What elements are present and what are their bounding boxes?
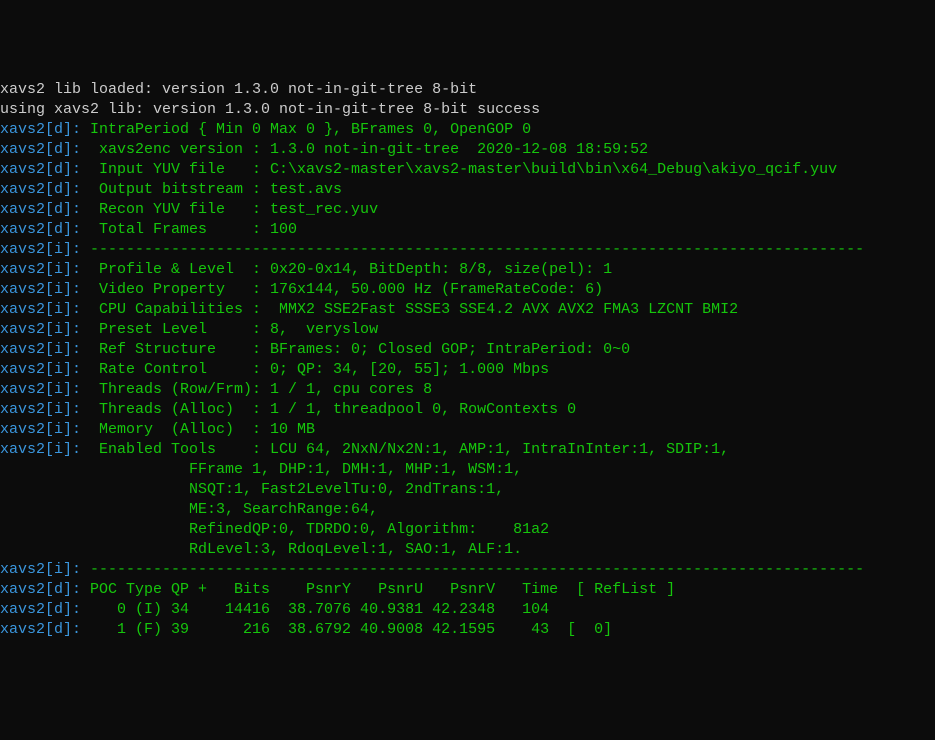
terminal-line: xavs2[i]: CPU Capabilities : MMX2 SSE2Fa… [0, 300, 935, 320]
terminal-text-segment: 0 (I) 34 14416 38.7076 40.9381 42.2348 1… [81, 601, 549, 618]
terminal-text-segment: NSQT:1, Fast2LevelTu:0, 2ndTrans:1, [0, 481, 504, 498]
terminal-text-segment: xavs2[i]: [0, 261, 81, 278]
terminal-text-segment: xavs2[i]: [0, 561, 81, 578]
terminal-line: ME:3, SearchRange:64, [0, 500, 935, 520]
terminal-text-segment: ----------------------------------------… [81, 241, 864, 258]
terminal-text-segment: xavs2[i]: [0, 401, 81, 418]
terminal-line: xavs2[d]: 1 (F) 39 216 38.6792 40.9008 4… [0, 620, 935, 640]
terminal-text-segment: Preset Level : 8, veryslow [81, 321, 378, 338]
terminal-text-segment: xavs2[d]: [0, 601, 81, 618]
terminal-text-segment: xavs2[i]: [0, 421, 81, 438]
terminal-window[interactable]: xavs2 lib loaded: version 1.3.0 not-in-g… [0, 80, 935, 640]
terminal-text-segment: Total Frames : 100 [81, 221, 297, 238]
terminal-line: xavs2[i]: Video Property : 176x144, 50.0… [0, 280, 935, 300]
terminal-line: xavs2[i]: Enabled Tools : LCU 64, 2NxN/N… [0, 440, 935, 460]
terminal-text-segment: xavs2[d]: [0, 161, 81, 178]
terminal-text-segment: POC Type QP + Bits PsnrY PsnrU PsnrV Tim… [81, 581, 675, 598]
terminal-text-segment: RdLevel:3, RdoqLevel:1, SAO:1, ALF:1. [0, 541, 522, 558]
terminal-line: xavs2[i]: Threads (Row/Frm): 1 / 1, cpu … [0, 380, 935, 400]
terminal-text-segment: xavs2[d]: [0, 621, 81, 638]
terminal-text-segment: xavs2[i]: [0, 361, 81, 378]
terminal-line: xavs2[d]: Total Frames : 100 [0, 220, 935, 240]
terminal-line: xavs2[i]: Profile & Level : 0x20-0x14, B… [0, 260, 935, 280]
terminal-text-segment: Input YUV file : C:\xavs2-master\xavs2-m… [81, 161, 837, 178]
terminal-text-segment: xavs2[i]: [0, 341, 81, 358]
terminal-line: RefinedQP:0, TDRDO:0, Algorithm: 81a2 [0, 520, 935, 540]
terminal-line: xavs2[i]: ------------------------------… [0, 560, 935, 580]
terminal-text-segment: Recon YUV file : test_rec.yuv [81, 201, 378, 218]
terminal-text-segment: xavs2[d]: [0, 201, 81, 218]
terminal-text-segment: using xavs2 lib: version 1.3.0 not-in-gi… [0, 101, 540, 118]
terminal-text-segment: xavs2[i]: [0, 441, 81, 458]
terminal-text-segment: xavs2[d]: [0, 121, 81, 138]
terminal-line: NSQT:1, Fast2LevelTu:0, 2ndTrans:1, [0, 480, 935, 500]
terminal-text-segment: Rate Control : 0; QP: 34, [20, 55]; 1.00… [81, 361, 549, 378]
terminal-line: xavs2[i]: Rate Control : 0; QP: 34, [20,… [0, 360, 935, 380]
terminal-text-segment: xavs2[i]: [0, 301, 81, 318]
terminal-line: RdLevel:3, RdoqLevel:1, SAO:1, ALF:1. [0, 540, 935, 560]
terminal-text-segment: Profile & Level : 0x20-0x14, BitDepth: 8… [81, 261, 612, 278]
terminal-text-segment: xavs2[i]: [0, 381, 81, 398]
terminal-line: xavs2[i]: Threads (Alloc) : 1 / 1, threa… [0, 400, 935, 420]
terminal-text-segment: xavs2[d]: [0, 581, 81, 598]
terminal-text-segment: IntraPeriod { Min 0 Max 0 }, BFrames 0, … [81, 121, 531, 138]
terminal-text-segment: Output bitstream : test.avs [81, 181, 342, 198]
terminal-line: using xavs2 lib: version 1.3.0 not-in-gi… [0, 100, 935, 120]
terminal-line: xavs2[d]: xavs2enc version : 1.3.0 not-i… [0, 140, 935, 160]
terminal-text-segment: Threads (Alloc) : 1 / 1, threadpool 0, R… [81, 401, 576, 418]
terminal-text-segment: Enabled Tools : LCU 64, 2NxN/Nx2N:1, AMP… [81, 441, 729, 458]
terminal-text-segment: xavs2[d]: [0, 221, 81, 238]
terminal-text-segment: ME:3, SearchRange:64, [0, 501, 378, 518]
terminal-text-segment: xavs2[d]: [0, 181, 81, 198]
terminal-line: xavs2[d]: Recon YUV file : test_rec.yuv [0, 200, 935, 220]
terminal-text-segment: xavs2[i]: [0, 241, 81, 258]
terminal-line: xavs2[d]: IntraPeriod { Min 0 Max 0 }, B… [0, 120, 935, 140]
terminal-text-segment: 1 (F) 39 216 38.6792 40.9008 42.1595 43 … [81, 621, 612, 638]
terminal-line: xavs2[i]: Memory (Alloc) : 10 MB [0, 420, 935, 440]
terminal-line: xavs2[d]: Input YUV file : C:\xavs2-mast… [0, 160, 935, 180]
terminal-text-segment: FFrame 1, DHP:1, DMH:1, MHP:1, WSM:1, [0, 461, 522, 478]
terminal-line: xavs2[d]: Output bitstream : test.avs [0, 180, 935, 200]
terminal-text-segment: Memory (Alloc) : 10 MB [81, 421, 315, 438]
terminal-text-segment: xavs2[d]: [0, 141, 81, 158]
terminal-line: xavs2[d]: 0 (I) 34 14416 38.7076 40.9381… [0, 600, 935, 620]
terminal-text-segment: Video Property : 176x144, 50.000 Hz (Fra… [81, 281, 603, 298]
terminal-text-segment: xavs2enc version : 1.3.0 not-in-git-tree… [81, 141, 648, 158]
terminal-text-segment: Ref Structure : BFrames: 0; Closed GOP; … [81, 341, 630, 358]
terminal-text-segment: xavs2[i]: [0, 281, 81, 298]
terminal-text-segment: xavs2 lib loaded: version 1.3.0 not-in-g… [0, 81, 477, 98]
terminal-line: xavs2[i]: ------------------------------… [0, 240, 935, 260]
terminal-line: FFrame 1, DHP:1, DMH:1, MHP:1, WSM:1, [0, 460, 935, 480]
terminal-line: xavs2[i]: Ref Structure : BFrames: 0; Cl… [0, 340, 935, 360]
terminal-text-segment: ----------------------------------------… [81, 561, 864, 578]
terminal-text-segment: xavs2[i]: [0, 321, 81, 338]
terminal-text-segment: Threads (Row/Frm): 1 / 1, cpu cores 8 [81, 381, 432, 398]
terminal-text-segment: RefinedQP:0, TDRDO:0, Algorithm: 81a2 [0, 521, 549, 538]
terminal-text-segment: CPU Capabilities : MMX2 SSE2Fast SSSE3 S… [81, 301, 738, 318]
terminal-line: xavs2[i]: Preset Level : 8, veryslow [0, 320, 935, 340]
terminal-line: xavs2 lib loaded: version 1.3.0 not-in-g… [0, 80, 935, 100]
terminal-line: xavs2[d]: POC Type QP + Bits PsnrY PsnrU… [0, 580, 935, 600]
